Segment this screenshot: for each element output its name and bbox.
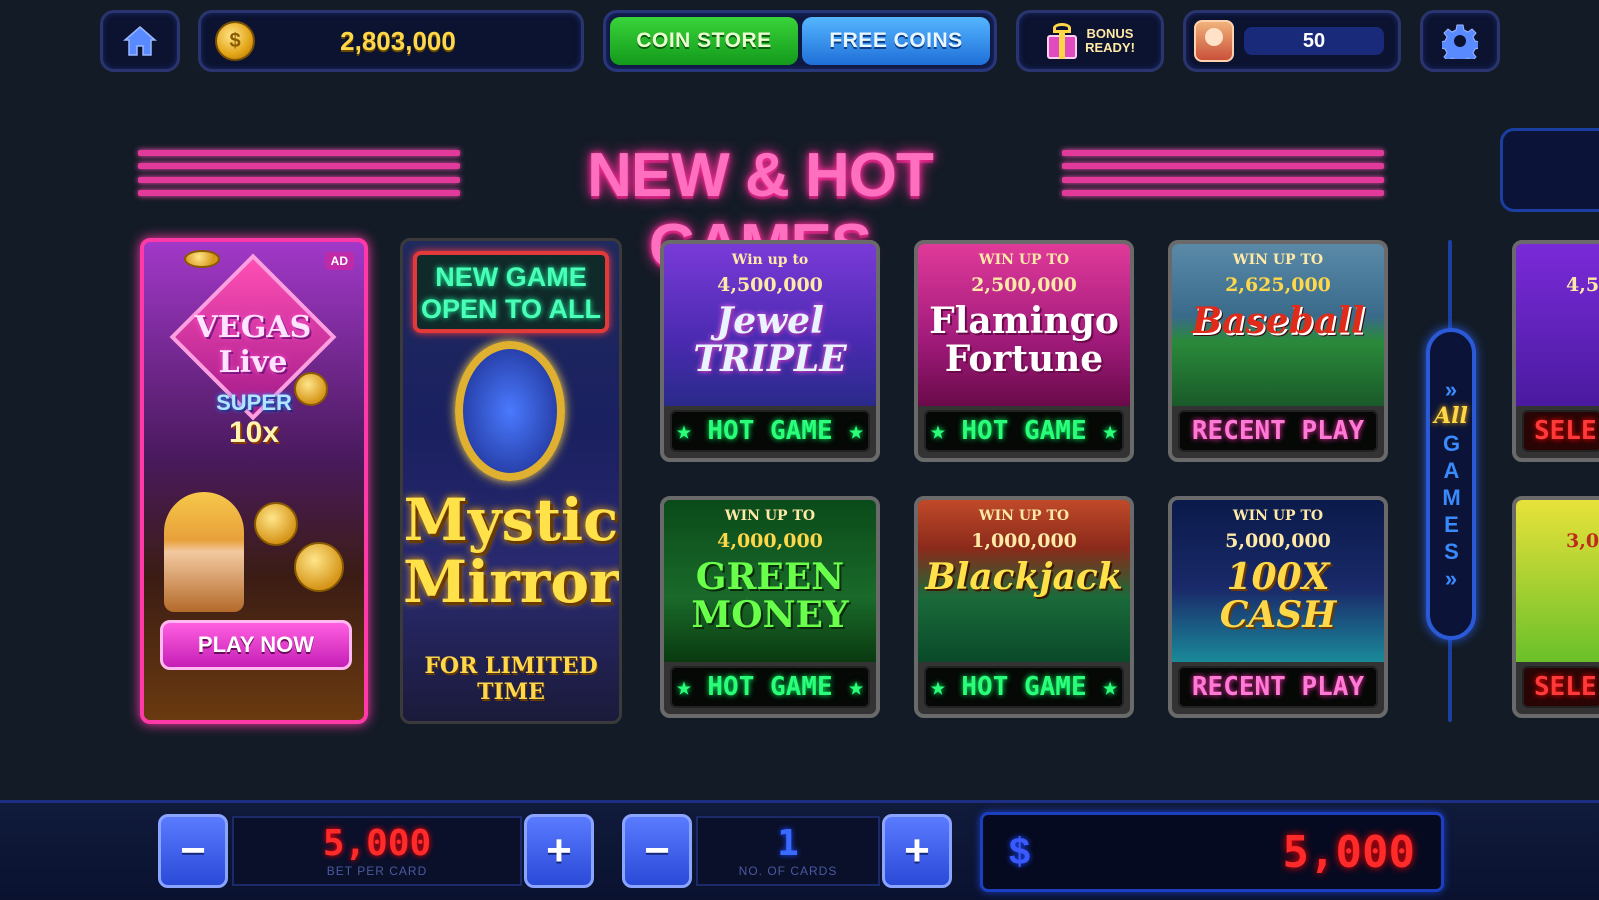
win-amount: 4,5 xyxy=(1566,274,1599,296)
level-value: 50 xyxy=(1302,29,1326,52)
bet-increase-button[interactable]: + xyxy=(524,814,594,888)
cards-decrease-button[interactable]: − xyxy=(622,814,692,888)
ad-badge: AD xyxy=(324,252,354,270)
coin-illustration xyxy=(184,250,220,268)
total-bet-value: 5,000 xyxy=(1282,826,1415,878)
game-card-partial[interactable]: 4,5 SELE xyxy=(1512,240,1599,462)
game-title: Flamingo Fortune xyxy=(929,300,1119,380)
bonus-label: BONUS READY! xyxy=(1085,26,1135,55)
game-card-100x-cash[interactable]: WIN UP TO 5,000,000 100X CASH RECENT PLA… xyxy=(1168,496,1388,718)
ad-multiplier: 10x xyxy=(228,416,280,449)
home-button[interactable] xyxy=(100,10,180,72)
chevron-right-icon: » xyxy=(1444,376,1458,402)
coin-balance: 2,803,000 xyxy=(340,25,456,56)
win-amount: 1,000,000 xyxy=(971,530,1077,552)
game-card-partial[interactable]: 3,0 SELE xyxy=(1512,496,1599,718)
bet-per-card-value: 5,000 xyxy=(322,823,432,864)
game-title: 100X CASH xyxy=(1219,556,1337,636)
coin-balance-pill: $ 2,803,000 xyxy=(198,10,584,72)
games-label: GAMES xyxy=(1439,430,1464,566)
game-card-jewel-triple[interactable]: Win up to 4,500,000 Jewel TRIPLE ★ HOT G… xyxy=(660,240,880,462)
game-status-label: ★ HOT GAME ★ xyxy=(924,410,1124,452)
game-status-label: ★ HOT GAME ★ xyxy=(670,666,870,708)
mirror-illustration xyxy=(455,341,565,481)
coin-illustration xyxy=(294,372,328,406)
game-card-green-money[interactable]: WIN UP TO 4,000,000 GREEN MONEY ★ HOT GA… xyxy=(660,496,880,718)
game-card-baseball[interactable]: WIN UP TO 2,625,000 Baseball RECENT PLAY xyxy=(1168,240,1388,462)
bet-per-card-field: 5,000 BET PER CARD xyxy=(232,816,522,886)
game-art xyxy=(1516,500,1599,662)
game-status-label: RECENT PLAY xyxy=(1178,410,1378,452)
number-of-cards-value: 1 xyxy=(777,823,799,864)
bet-decrease-button[interactable]: − xyxy=(158,814,228,888)
win-text: WIN UP TO xyxy=(978,252,1070,268)
play-now-button[interactable]: PLAY NOW xyxy=(160,620,352,670)
bet-per-card-caption: BET PER CARD xyxy=(326,864,428,878)
game-status-label: RECENT PLAY xyxy=(1178,666,1378,708)
win-text: WIN UP TO xyxy=(1232,508,1324,524)
gear-icon xyxy=(1442,24,1478,59)
game-title: Blackjack xyxy=(925,556,1123,598)
game-card-flamingo-fortune[interactable]: WIN UP TO 2,500,000 Flamingo Fortune ★ H… xyxy=(914,240,1134,462)
heading-stripes-left xyxy=(138,150,460,196)
game-status-label: ★ HOT GAME ★ xyxy=(924,666,1124,708)
win-amount: 3,0 xyxy=(1566,530,1599,552)
coin-store-button[interactable]: COIN STORE xyxy=(610,17,798,65)
bonus-button[interactable]: BONUS READY! xyxy=(1016,10,1164,72)
win-text: Win up to xyxy=(731,252,809,268)
all-games-button[interactable]: » All GAMES » xyxy=(1426,328,1476,640)
chevron-right-icon: » xyxy=(1444,565,1458,591)
game-status-label: SELE xyxy=(1522,666,1599,708)
avatar xyxy=(1194,20,1234,62)
side-panel xyxy=(1500,128,1599,212)
ad-card-vegas-live[interactable]: AD VEGAS Live SUPER 10x PLAY NOW xyxy=(140,238,368,724)
character-illustration xyxy=(164,492,244,612)
win-amount: 2,500,000 xyxy=(971,274,1077,296)
level-progress-bar: 50 xyxy=(1244,27,1384,55)
home-icon xyxy=(122,26,158,56)
game-status-label: ★ HOT GAME ★ xyxy=(670,410,870,452)
total-bet-field: $ 5,000 xyxy=(980,812,1444,892)
win-amount: 2,625,000 xyxy=(1225,274,1331,296)
game-title: GREEN MONEY xyxy=(691,556,849,636)
free-coins-button[interactable]: FREE COINS xyxy=(802,17,990,65)
game-card-blackjack[interactable]: WIN UP TO 1,000,000 Blackjack ★ HOT GAME… xyxy=(914,496,1134,718)
all-label: All xyxy=(1434,402,1468,429)
store-button-group: COIN STORE FREE COINS xyxy=(603,10,997,72)
game-title: Jewel TRIPLE xyxy=(693,300,847,380)
cards-increase-button[interactable]: + xyxy=(882,814,952,888)
game-title: Mystic Mirror xyxy=(403,486,620,616)
coin-icon: $ xyxy=(215,21,255,61)
win-amount: 4,500,000 xyxy=(717,274,823,296)
coin-illustration xyxy=(254,502,298,546)
heading-stripes-right xyxy=(1062,150,1384,196)
settings-button[interactable] xyxy=(1420,10,1500,72)
win-text: WIN UP TO xyxy=(1232,252,1324,268)
currency-symbol: $ xyxy=(1009,830,1031,873)
new-game-banner: NEW GAME OPEN TO ALL xyxy=(413,251,609,333)
win-amount: 4,000,000 xyxy=(717,530,823,552)
game-art xyxy=(1516,244,1599,406)
vegas-live-logo: VEGAS Live xyxy=(158,253,348,421)
win-text: WIN UP TO xyxy=(724,508,816,524)
game-status-label: SELE xyxy=(1522,410,1599,452)
level-pill[interactable]: 50 xyxy=(1183,10,1401,72)
limited-time-label: FOR LIMITED TIME xyxy=(424,653,598,705)
coin-illustration xyxy=(294,542,344,592)
win-amount: 5,000,000 xyxy=(1225,530,1331,552)
game-title: Baseball xyxy=(1191,300,1365,342)
number-of-cards-caption: NO. OF CARDS xyxy=(738,864,838,878)
game-card-mystic-mirror[interactable]: NEW GAME OPEN TO ALL Mystic Mirror FOR L… xyxy=(400,238,622,724)
number-of-cards-field: 1 NO. OF CARDS xyxy=(696,816,880,886)
gift-icon xyxy=(1045,23,1079,59)
win-text: WIN UP TO xyxy=(978,508,1070,524)
